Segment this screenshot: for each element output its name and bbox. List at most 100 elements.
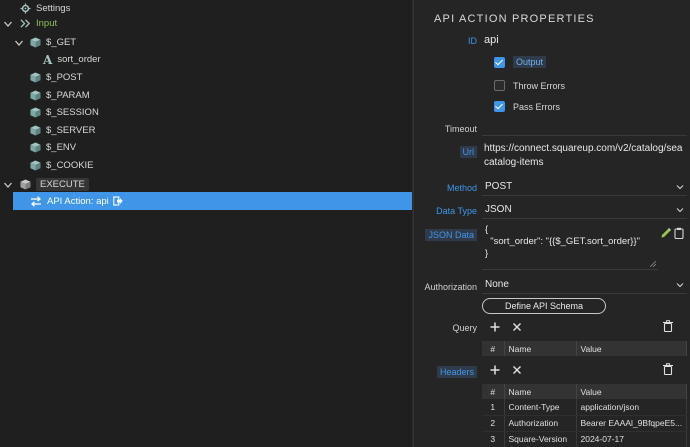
tree-node-sort-order[interactable]: A sort_order [43,51,101,68]
cube-icon [30,107,41,118]
query-table: # Name Value [482,341,687,356]
output-exit-icon [113,196,123,206]
table-row[interactable]: 3 Square-Version 2024-07-17 [482,431,687,447]
tree-node-session[interactable]: $_SESSION [30,104,99,121]
tree-label-execute: EXECUTE [36,178,89,191]
data-type-value: JSON [485,204,512,215]
cube-icon [30,37,41,48]
tree-label-settings: Settings [36,3,71,14]
col-name: Name [504,341,577,356]
tree-node-post[interactable]: $_POST [30,69,82,86]
tree-label-input: Input [36,18,58,29]
tree-label-env: $_ENV [46,142,77,153]
tree-node-get[interactable]: $_GET [14,34,76,51]
plus-icon[interactable] [489,321,501,333]
panel-title: API ACTION PROPERTIES [434,13,595,25]
row-num: 3 [482,431,505,447]
tree-node-api-action-selected[interactable]: API Action: api [13,192,412,210]
json-line: } [485,248,489,259]
close-icon[interactable] [511,321,523,333]
cube-icon [20,179,31,190]
row-num: 1 [482,399,505,416]
input-arrows-icon [20,19,31,28]
tree-label-param: $_PARAM [46,90,90,101]
json-data-label: JSON Data [425,229,477,241]
col-value: Value [576,384,687,399]
chevron-down-icon [676,283,684,288]
cube-icon [30,72,41,83]
text-type-icon: A [43,52,53,67]
tree-node-param[interactable]: $_PARAM [30,87,90,104]
cube-icon [30,90,41,101]
close-icon[interactable] [511,364,523,376]
url-input-line1[interactable]: https://connect.squareup.com/v2/catalog/… [484,143,689,154]
pencil-icon[interactable] [660,227,672,239]
col-num: # [482,341,505,356]
chevron-down-icon [676,208,684,213]
output-checkbox[interactable] [494,56,505,68]
tree-label-get: $_GET [46,37,77,48]
throw-errors-checkbox-row[interactable]: Throw Errors [494,80,565,91]
id-input[interactable]: api [484,34,499,46]
define-api-schema-button[interactable]: Define API Schema [482,298,606,314]
resize-grip-icon[interactable] [650,261,656,267]
tree-node-input[interactable]: Input [3,15,57,32]
chevron-down-icon[interactable] [3,180,13,190]
plus-icon[interactable] [489,364,501,376]
method-label: Method [446,183,477,193]
chevron-down-icon[interactable] [14,38,24,48]
query-table-header: # Name Value [482,341,687,356]
url-label: Url [459,146,477,158]
pass-errors-label: Pass Errors [513,101,561,112]
headers-table-header: # Name Value [482,384,687,399]
trash-icon[interactable] [662,363,674,375]
col-name: Name [504,384,577,399]
data-type-label: Data Type [436,206,477,216]
output-checkbox-row[interactable]: Output [494,56,547,68]
authorization-label: Authorization [424,282,477,292]
query-label: Query [452,323,477,333]
tree-label-server: $_SERVER [46,125,96,136]
tree-node-cookie[interactable]: $_COOKIE [30,157,94,174]
chevron-down-icon[interactable] [3,19,13,29]
header-value-cell[interactable]: application/json [576,399,687,416]
json-line: "sort_order": "{{$_GET.sort_order}}" [485,236,641,247]
throw-errors-label: Throw Errors [513,80,566,91]
header-name-cell[interactable]: Square-Version [504,431,577,447]
url-input-line2[interactable]: catalog-items [484,157,543,168]
table-row[interactable]: 2 Authorization Bearer EAAAl_9BfqpeE5... [482,415,687,432]
swap-arrows-icon [31,195,41,207]
method-select[interactable]: POST [482,178,687,196]
tree-node-server[interactable]: $_SERVER [30,122,95,139]
tree-node-execute[interactable]: EXECUTE [3,176,89,193]
cube-icon [30,142,41,153]
tree-label-sort-order: sort_order [57,54,101,65]
header-name-cell[interactable]: Content-Type [504,399,577,416]
timeout-input[interactable] [482,118,687,136]
tree-node-env[interactable]: $_ENV [30,139,76,156]
header-value-cell[interactable]: Bearer EAAAl_9BfqpeE5... [576,415,687,432]
header-name-cell[interactable]: Authorization [504,415,577,432]
col-num: # [482,384,505,399]
timeout-label: Timeout [444,124,477,134]
col-value: Value [576,341,687,356]
cube-icon [30,160,41,171]
data-type-select[interactable]: JSON [482,201,687,219]
authorization-select[interactable]: None [482,276,687,294]
throw-errors-checkbox[interactable] [494,80,505,91]
tree-label-api-action: API Action: api [47,195,109,207]
action-tree-panel: Settings Input $_GET A sort_order $_POST… [0,0,413,447]
json-line: { [485,224,489,235]
json-data-editor[interactable]: { "sort_order": "{{$_GET.sort_order}}" } [482,224,658,270]
table-row[interactable]: 1 Content-Type application/json [482,399,687,416]
pass-errors-checkbox-row[interactable]: Pass Errors [494,101,560,112]
clipboard-icon[interactable] [673,227,685,239]
method-value: POST [485,181,513,192]
gear-icon [20,3,31,14]
row-num: 2 [482,415,505,432]
trash-icon[interactable] [662,320,674,332]
headers-table: # Name Value 1 Content-Type application/… [482,384,687,447]
tree-label-session: $_SESSION [46,107,99,118]
pass-errors-checkbox[interactable] [494,101,505,112]
header-value-cell[interactable]: 2024-07-17 [576,431,687,447]
